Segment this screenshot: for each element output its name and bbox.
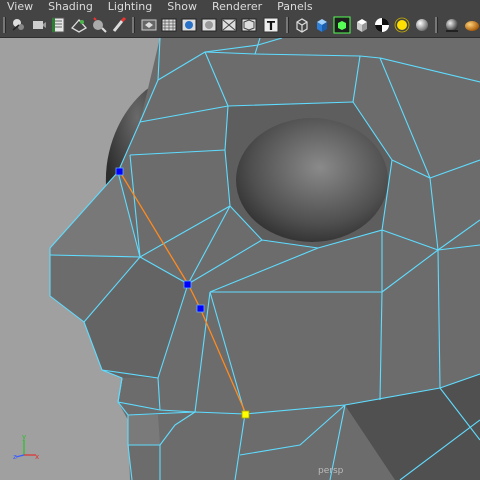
cube-wireframe-icon[interactable]	[293, 16, 311, 34]
cube-lit-icon[interactable]	[353, 16, 371, 34]
panel-menubar: View Shading Lighting Show Renderer Pane…	[0, 0, 480, 13]
cube-shaded-icon[interactable]	[313, 16, 331, 34]
sphere-shaded-icon[interactable]	[443, 16, 461, 34]
menu-show[interactable]: Show	[160, 0, 205, 13]
default-light-icon[interactable]	[393, 16, 411, 34]
lip-facet	[128, 415, 160, 445]
camera-attributes-icon[interactable]	[30, 16, 48, 34]
wireframe-on-shaded-icon[interactable]	[220, 16, 238, 34]
svg-text:T: T	[267, 19, 276, 33]
menu-renderer[interactable]: Renderer	[205, 0, 270, 13]
menu-lighting[interactable]: Lighting	[101, 0, 160, 13]
film-gate-icon[interactable]	[110, 16, 128, 34]
toolbar-separator	[286, 17, 289, 33]
checker-icon[interactable]	[373, 16, 391, 34]
perspective-viewport[interactable]: y x z	[0, 38, 480, 480]
axis-z-label: z	[13, 453, 17, 461]
eyeball-sphere	[236, 118, 388, 242]
toolbar-separator	[132, 17, 135, 33]
bookmarks-icon[interactable]	[50, 16, 68, 34]
axis-x-label: x	[35, 453, 39, 461]
camera-name-label: persp	[318, 466, 344, 476]
image-plane-icon[interactable]	[70, 16, 88, 34]
selected-vertex[interactable]	[196, 304, 205, 313]
grid-icon[interactable]	[90, 16, 108, 34]
resolution-gate-icon[interactable]	[140, 16, 158, 34]
toolbar-separator	[435, 17, 438, 33]
menu-panels[interactable]: Panels	[270, 0, 320, 13]
wireframe-icon[interactable]	[180, 16, 198, 34]
menu-shading[interactable]: Shading	[41, 0, 101, 13]
render-icon[interactable]	[463, 16, 480, 34]
frame-selection-icon[interactable]	[333, 16, 351, 34]
textured-icon[interactable]	[240, 16, 258, 34]
toolbar-grip[interactable]	[3, 17, 6, 33]
sphere-lit-icon[interactable]	[413, 16, 431, 34]
gate-mask-icon[interactable]	[160, 16, 178, 34]
use-all-lights-icon[interactable]: T	[262, 16, 280, 34]
select-camera-icon[interactable]	[10, 16, 28, 34]
panel-toolbar: T	[0, 13, 480, 38]
smooth-shade-icon[interactable]	[200, 16, 218, 34]
selected-vertex[interactable]	[115, 167, 124, 176]
active-vertex[interactable]	[241, 410, 250, 419]
viewport-canvas[interactable]: y x z	[0, 38, 480, 480]
axis-y-label: y	[22, 433, 26, 441]
menu-view[interactable]: View	[0, 0, 41, 13]
selected-vertex[interactable]	[183, 280, 192, 289]
